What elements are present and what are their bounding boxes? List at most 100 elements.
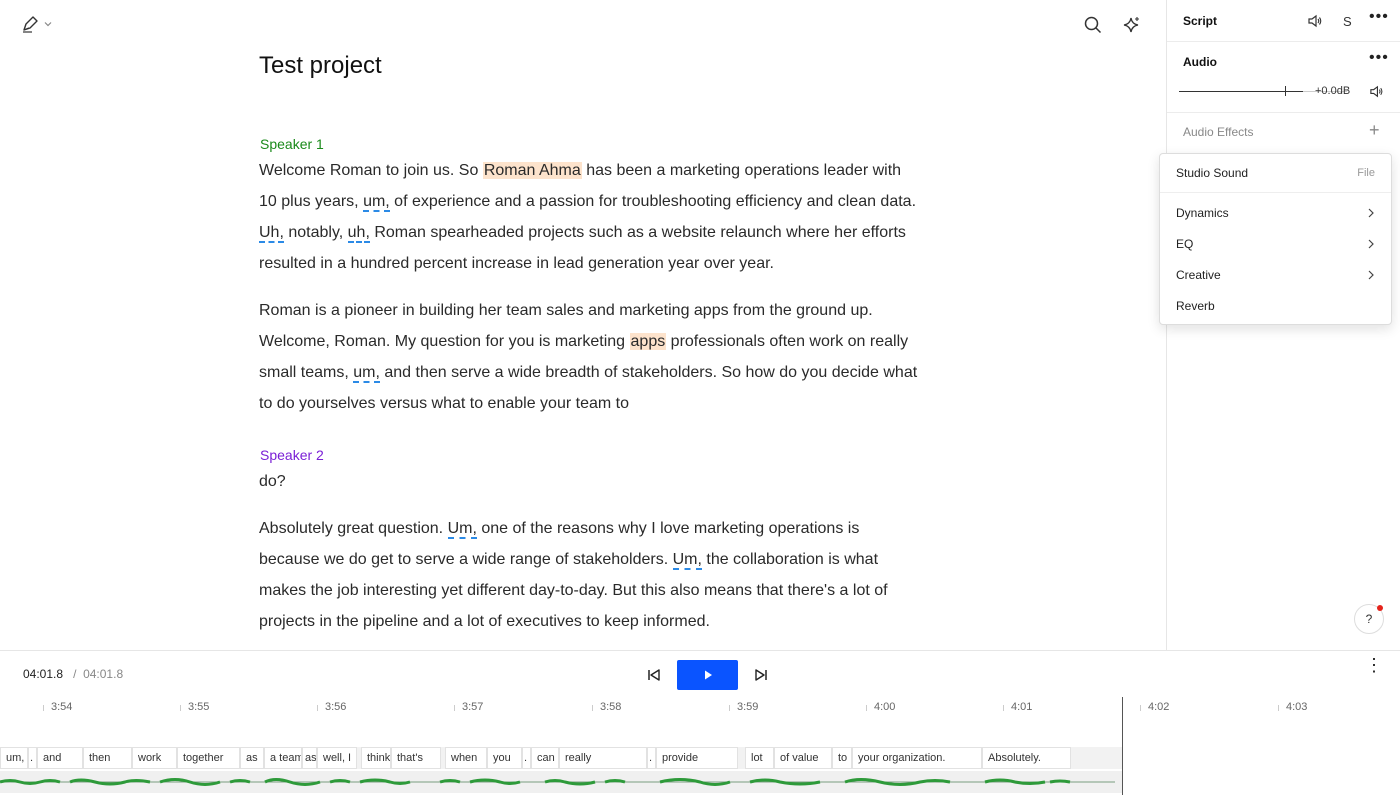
word-chip[interactable]: together: [177, 747, 240, 769]
speaker-label-2[interactable]: Speaker 2: [260, 447, 324, 463]
total-time: 04:01.8: [83, 667, 124, 681]
filler-word[interactable]: Um,: [447, 520, 477, 539]
menu-item-studio-sound[interactable]: Studio Sound File: [1160, 159, 1391, 187]
word-chip[interactable]: then: [83, 747, 132, 769]
word-chip[interactable]: .: [522, 747, 531, 769]
word-chip[interactable]: .: [28, 747, 37, 769]
filler-word[interactable]: uh,: [347, 224, 370, 243]
properties-panel: Script S ••• Audio ••• +0.0dB Audio Effe…: [1166, 0, 1400, 650]
time-separator: /: [73, 667, 77, 681]
filler-word[interactable]: um,: [353, 364, 380, 383]
search-button[interactable]: [1082, 14, 1104, 36]
pen-icon: [23, 16, 38, 33]
paragraph-2[interactable]: Roman is a pioneer in building her team …: [259, 295, 919, 419]
word-chip[interactable]: a team: [264, 747, 302, 769]
file-label: File: [1357, 167, 1375, 179]
tick-label: 4:03: [1277, 701, 1308, 713]
menu-item-label: Reverb: [1176, 299, 1215, 313]
gain-slider-thumb[interactable]: [1285, 86, 1286, 96]
tick-label: 3:57: [453, 701, 484, 713]
word-chip[interactable]: as: [240, 747, 264, 769]
skip-forward-icon[interactable]: [754, 668, 768, 682]
page-title[interactable]: Test project: [259, 52, 382, 80]
chevron-right-icon: [1368, 208, 1374, 218]
play-icon: [704, 670, 712, 680]
word-chip[interactable]: lot: [745, 747, 774, 769]
menu-item-creative[interactable]: Creative: [1160, 261, 1391, 289]
play-button[interactable]: [677, 660, 738, 690]
word-chip[interactable]: can: [531, 747, 559, 769]
paragraph-4[interactable]: Absolutely great question. Um, one of th…: [259, 513, 919, 637]
menu-item-eq[interactable]: EQ: [1160, 230, 1391, 258]
filler-word[interactable]: um,: [363, 193, 390, 212]
word-chip[interactable]: really: [559, 747, 647, 769]
tick-label: 4:01: [1002, 701, 1033, 713]
add-effect-button[interactable]: +: [1369, 120, 1380, 141]
audio-waveform[interactable]: [0, 771, 1122, 793]
speaker-volume-icon[interactable]: [1307, 13, 1323, 29]
timeline-more-button[interactable]: ⋮: [1365, 656, 1383, 674]
word-chip[interactable]: when: [445, 747, 487, 769]
menu-item-label: Creative: [1176, 268, 1221, 282]
tick-label: 3:55: [179, 701, 210, 713]
menu-item-reverb[interactable]: Reverb: [1160, 292, 1391, 320]
highlighted-word[interactable]: Roman Ahma: [482, 162, 582, 179]
waveform-graphic: [0, 778, 1115, 786]
paragraph-3[interactable]: do?: [259, 466, 919, 497]
menu-item-label: EQ: [1176, 237, 1194, 251]
pen-menu[interactable]: [20, 14, 52, 34]
audio-effects-label: Audio Effects: [1183, 125, 1254, 139]
word-chip[interactable]: you: [487, 747, 522, 769]
script-more-button[interactable]: •••: [1369, 8, 1389, 26]
word-chip[interactable]: .: [647, 747, 656, 769]
speaker-initial-button[interactable]: S: [1343, 14, 1352, 29]
timecode: 04:01.8 / 04:01.8: [23, 667, 123, 681]
playhead[interactable]: [1122, 697, 1123, 795]
word-chip[interactable]: well, I: [317, 747, 357, 769]
word-chip[interactable]: provide: [656, 747, 738, 769]
sparkle-icon: [1123, 17, 1139, 33]
word-chip[interactable]: and: [37, 747, 83, 769]
paragraph-1[interactable]: Welcome Roman to join us. So Roman Ahma …: [259, 155, 919, 279]
tick-label: 3:59: [728, 701, 759, 713]
word-chip[interactable]: to: [832, 747, 852, 769]
skip-back-icon[interactable]: [647, 668, 661, 682]
menu-item-label: Studio Sound: [1176, 166, 1249, 180]
time-ruler[interactable]: 3:54 3:55 3:56 3:57 3:58 3:59 4:00 4:01 …: [0, 701, 1400, 721]
word-chip[interactable]: think: [361, 747, 391, 769]
word-chip[interactable]: um,: [0, 747, 28, 769]
word-chip[interactable]: as: [302, 747, 317, 769]
search-icon: [1084, 16, 1102, 34]
volume-icon[interactable]: [1369, 84, 1384, 99]
gain-slider[interactable]: [1179, 86, 1303, 96]
chevron-right-icon: [1368, 270, 1374, 280]
gain-value: +0.0dB: [1315, 85, 1351, 97]
word-chip[interactable]: your organization.: [852, 747, 982, 769]
word-chip[interactable]: that's: [391, 747, 441, 769]
highlighted-word[interactable]: apps: [629, 333, 667, 350]
ai-sparkle-button[interactable]: [1121, 14, 1143, 36]
tick-label: 3:54: [42, 701, 73, 713]
timeline-panel: 04:01.8 / 04:01.8 ⋮ 3:54 3:55 3:56 3:57 …: [0, 650, 1400, 801]
menu-item-dynamics[interactable]: Dynamics: [1160, 199, 1391, 227]
speaker-label-1[interactable]: Speaker 1: [260, 136, 324, 152]
filler-word[interactable]: Uh,: [259, 224, 284, 243]
menu-item-label: Dynamics: [1176, 206, 1229, 220]
filler-word[interactable]: Um,: [672, 551, 702, 570]
current-time: 04:01.8: [23, 667, 64, 681]
audio-more-button[interactable]: •••: [1369, 49, 1389, 67]
word-track: um, . and then work together as a team a…: [0, 747, 1122, 769]
audio-label: Audio: [1183, 55, 1217, 69]
chevron-down-icon: [44, 22, 52, 27]
word-chip[interactable]: work: [132, 747, 177, 769]
tick-label: 4:00: [865, 701, 896, 713]
word-chip[interactable]: Absolutely.: [982, 747, 1071, 769]
tick-label: 4:02: [1139, 701, 1170, 713]
script-label: Script: [1183, 14, 1218, 28]
audio-effects-menu: Studio Sound File Dynamics EQ Creative R…: [1159, 153, 1392, 325]
word-chip[interactable]: of value: [774, 747, 832, 769]
tick-label: 3:58: [591, 701, 622, 713]
tick-label: 3:56: [316, 701, 347, 713]
notification-dot: [1377, 605, 1383, 611]
chevron-right-icon: [1368, 239, 1374, 249]
